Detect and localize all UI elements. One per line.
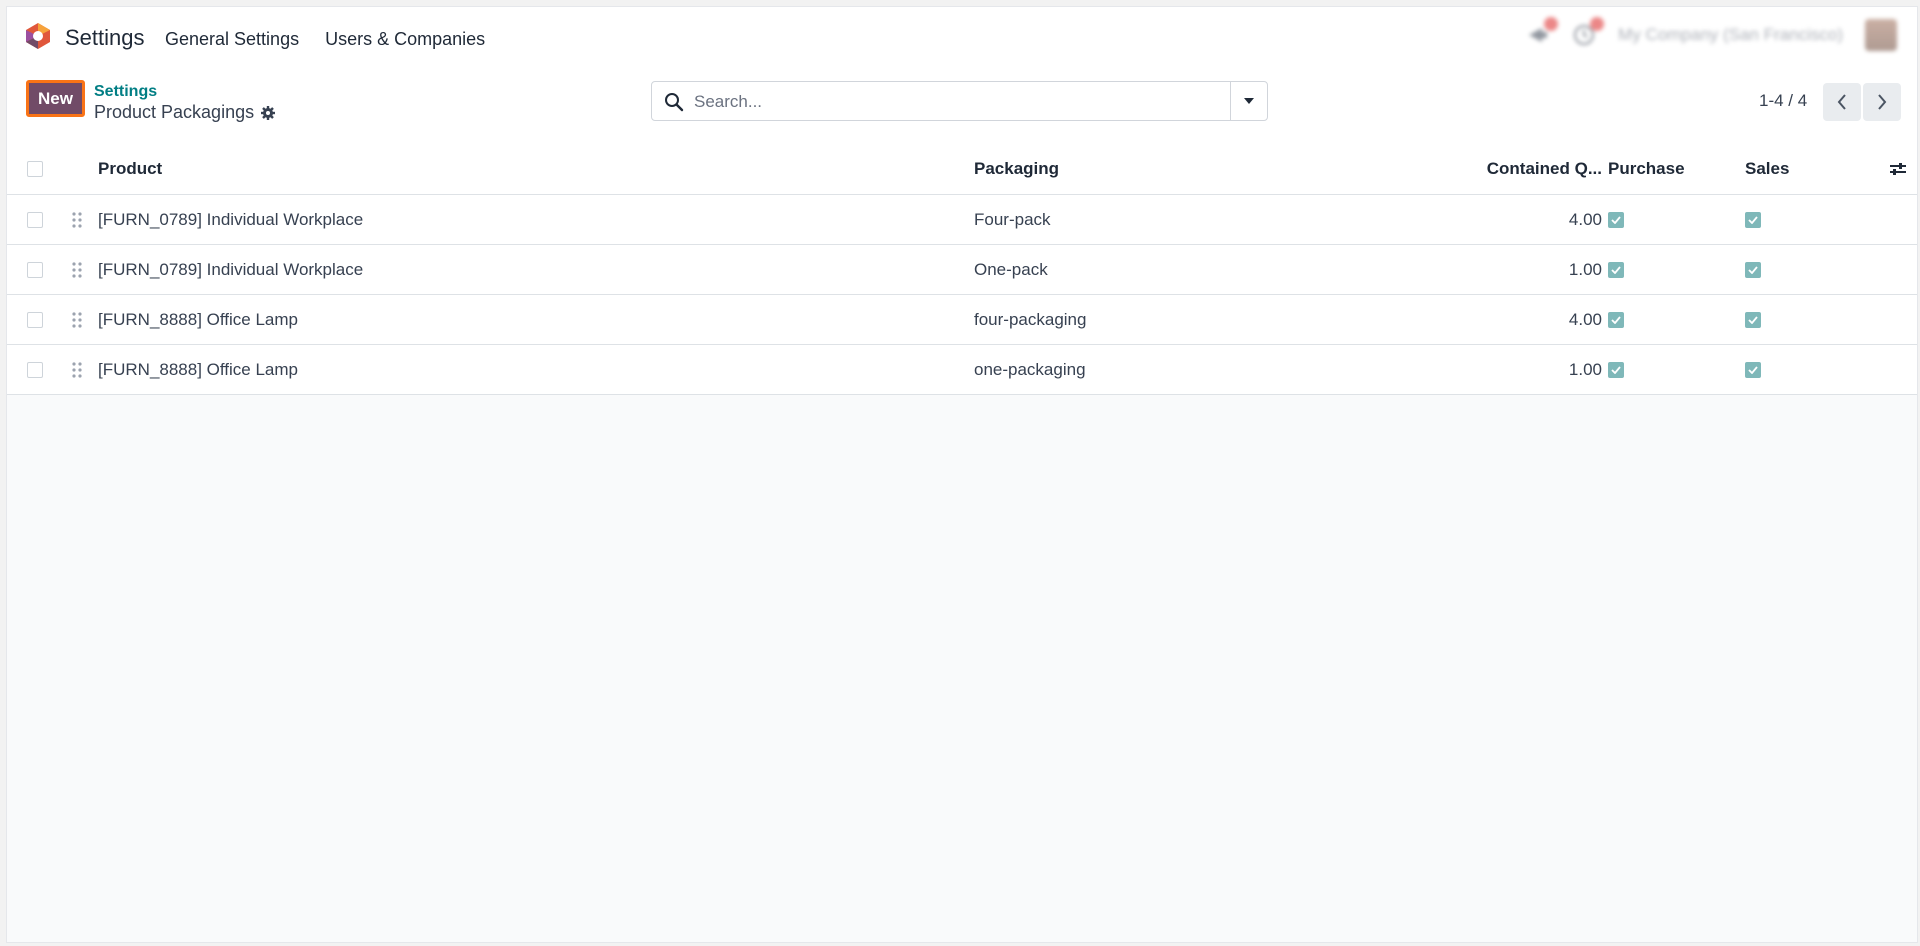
table-row[interactable]: [FURN_0789] Individual Workplace Four-pa… — [7, 195, 1917, 245]
breadcrumb-settings[interactable]: Settings — [94, 83, 157, 101]
drag-handle-icon[interactable] — [72, 361, 82, 378]
check-icon — [1611, 265, 1621, 274]
chevron-right-icon — [1878, 94, 1887, 110]
activity-badge — [1590, 17, 1605, 31]
row-checkbox[interactable] — [27, 311, 43, 328]
check-icon — [1748, 365, 1758, 374]
app-window: Settings General Settings Users & Compan… — [6, 6, 1918, 943]
user-avatar[interactable] — [1865, 19, 1897, 51]
product-cell[interactable]: [FURN_8888] Office Lamp — [98, 310, 298, 330]
new-button[interactable]: New — [26, 80, 85, 117]
activity-clock-icon[interactable] — [1572, 17, 1605, 47]
messages-badge — [1544, 17, 1559, 31]
row-checkbox[interactable] — [27, 361, 43, 378]
sales-checkbox[interactable] — [1745, 311, 1761, 328]
purchase-checkbox[interactable] — [1608, 261, 1624, 278]
main-menu: General Settings Users & Companies — [165, 29, 485, 50]
check-icon — [1611, 215, 1621, 224]
qty-cell[interactable]: 4.00 — [1569, 210, 1602, 230]
messages-icon[interactable] — [1526, 17, 1559, 47]
column-packaging[interactable]: Packaging — [974, 159, 1059, 179]
drag-handle-icon[interactable] — [72, 311, 82, 328]
gear-icon[interactable] — [260, 105, 276, 121]
packaging-cell[interactable]: four-packaging — [974, 310, 1086, 330]
optional-columns-icon[interactable] — [1888, 159, 1908, 179]
check-icon — [1611, 365, 1621, 374]
select-all-checkbox[interactable] — [27, 161, 43, 177]
sales-checkbox[interactable] — [1745, 211, 1761, 228]
purchase-checkbox[interactable] — [1608, 211, 1624, 228]
search-bar — [651, 81, 1268, 121]
search-input[interactable] — [692, 88, 1196, 116]
menu-users-companies[interactable]: Users & Companies — [325, 29, 485, 50]
check-icon — [1611, 315, 1621, 324]
check-icon — [1748, 265, 1758, 274]
product-cell[interactable]: [FURN_0789] Individual Workplace — [98, 210, 363, 230]
menu-general-settings[interactable]: General Settings — [165, 29, 299, 50]
column-product[interactable]: Product — [98, 159, 162, 179]
product-cell[interactable]: [FURN_8888] Office Lamp — [98, 360, 298, 380]
product-cell[interactable]: [FURN_0789] Individual Workplace — [98, 260, 363, 280]
top-navbar: Settings General Settings Users & Compan… — [7, 7, 1917, 67]
check-icon — [1748, 215, 1758, 224]
packaging-cell[interactable]: one-packaging — [974, 360, 1086, 380]
qty-cell[interactable]: 4.00 — [1569, 310, 1602, 330]
company-switcher[interactable]: My Company (San Francisco) — [1618, 25, 1843, 45]
column-sales[interactable]: Sales — [1745, 159, 1789, 179]
drag-handle-icon[interactable] — [72, 261, 82, 278]
search-icon — [665, 93, 684, 112]
list-table: Product Packaging Contained Q... Purchas… — [7, 144, 1917, 395]
sales-checkbox[interactable] — [1745, 361, 1761, 378]
pager-value[interactable]: 1-4 / 4 — [1759, 91, 1807, 111]
systray: My Company (San Francisco) — [1526, 17, 1897, 51]
row-checkbox[interactable] — [27, 211, 43, 228]
table-row[interactable]: [FURN_8888] Office Lamp one-packaging 1.… — [7, 345, 1917, 395]
control-panel: New Settings Product Packagings Search..… — [7, 67, 1917, 145]
caret-down-icon — [1244, 98, 1254, 104]
purchase-checkbox[interactable] — [1608, 361, 1624, 378]
app-name[interactable]: Settings — [65, 25, 145, 51]
row-checkbox[interactable] — [27, 261, 43, 278]
check-icon — [1748, 315, 1758, 324]
search-options-toggle[interactable] — [1230, 82, 1267, 120]
page-title: Product Packagings — [94, 102, 276, 123]
table-row[interactable]: [FURN_0789] Individual Workplace One-pac… — [7, 245, 1917, 295]
packaging-cell[interactable]: Four-pack — [974, 210, 1051, 230]
sales-checkbox[interactable] — [1745, 261, 1761, 278]
table-row[interactable]: [FURN_8888] Office Lamp four-packaging 4… — [7, 295, 1917, 345]
packaging-cell[interactable]: One-pack — [974, 260, 1048, 280]
app-logo-icon[interactable] — [24, 22, 52, 50]
pager-next-button[interactable] — [1863, 83, 1901, 121]
qty-cell[interactable]: 1.00 — [1569, 260, 1602, 280]
chevron-left-icon — [1837, 94, 1846, 110]
qty-cell[interactable]: 1.00 — [1569, 360, 1602, 380]
drag-handle-icon[interactable] — [72, 211, 82, 228]
pager-previous-button[interactable] — [1823, 83, 1861, 121]
column-purchase[interactable]: Purchase — [1608, 159, 1685, 179]
column-contained-qty[interactable]: Contained Q... — [1487, 159, 1602, 179]
page-title-text: Product Packagings — [94, 102, 255, 122]
table-header: Product Packaging Contained Q... Purchas… — [7, 144, 1917, 195]
purchase-checkbox[interactable] — [1608, 311, 1624, 328]
